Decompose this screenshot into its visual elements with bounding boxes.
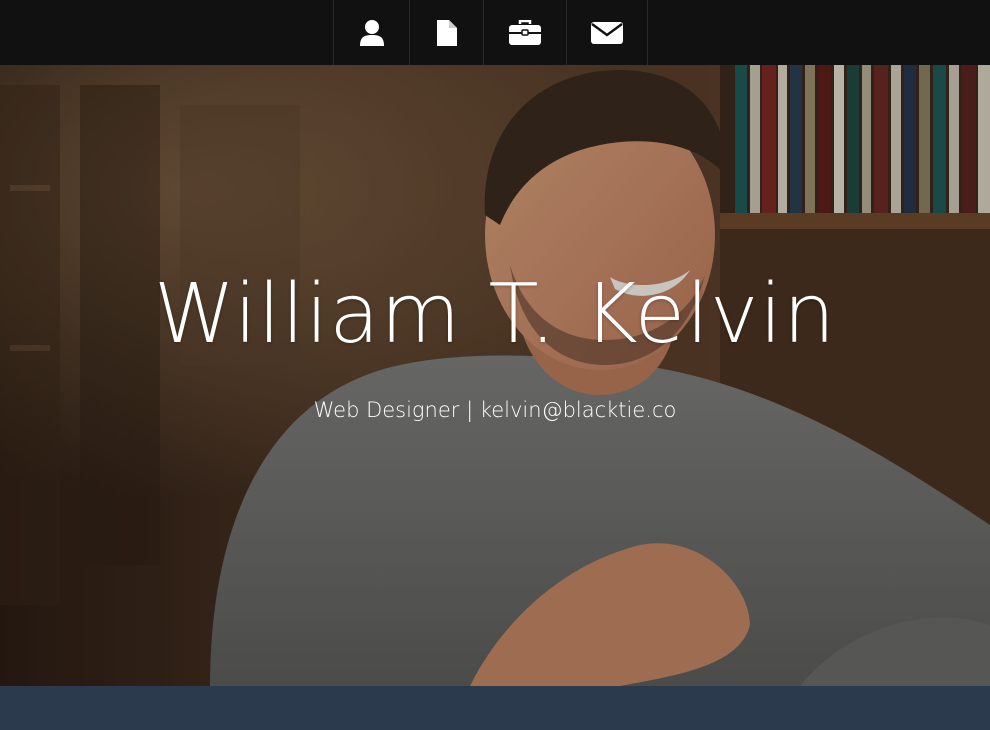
nav-menu bbox=[333, 0, 648, 65]
envelope-icon bbox=[591, 21, 623, 44]
user-icon bbox=[359, 19, 384, 46]
nav-item-resume[interactable] bbox=[409, 0, 483, 65]
hero-section: William T. Kelvin Web Designer | kelvin@… bbox=[0, 65, 990, 686]
nav-item-about[interactable] bbox=[333, 0, 409, 65]
nav-item-portfolio[interactable] bbox=[483, 0, 566, 65]
briefcase-icon bbox=[509, 19, 541, 45]
top-navbar bbox=[0, 0, 990, 65]
hero-subtitle: Web Designer | kelvin@blacktie.co bbox=[313, 398, 677, 422]
hero-overlay bbox=[0, 65, 990, 686]
next-section bbox=[0, 686, 990, 730]
document-icon bbox=[436, 19, 457, 46]
nav-item-contact[interactable] bbox=[566, 0, 648, 65]
hero-title: William T. Kelvin bbox=[153, 267, 837, 362]
